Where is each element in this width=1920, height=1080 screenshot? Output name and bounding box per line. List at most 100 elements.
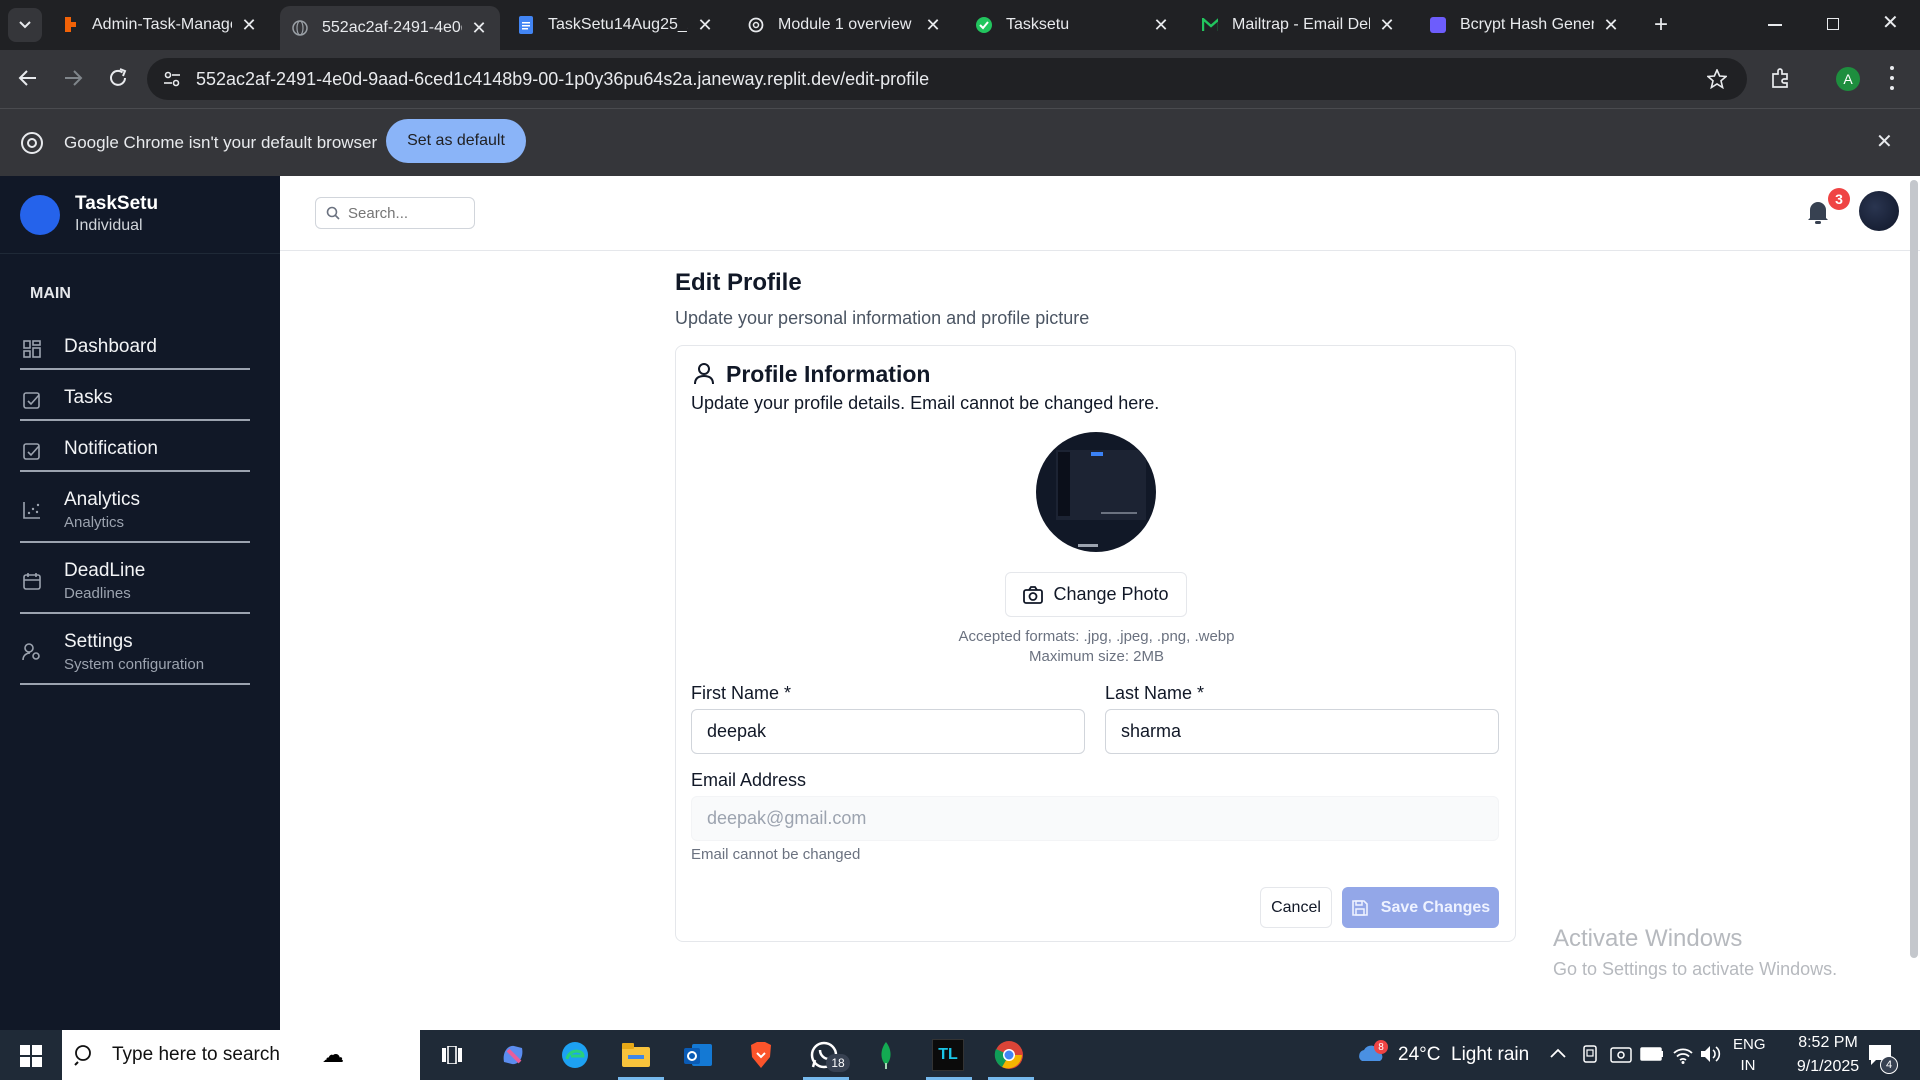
- site-settings-icon[interactable]: [163, 71, 181, 87]
- sidebar-item-deadline[interactable]: DeadLine Deadlines: [20, 560, 250, 614]
- edge-browser-icon[interactable]: [557, 1037, 593, 1073]
- close-window-icon[interactable]: ✕: [1882, 10, 1899, 35]
- mongodb-compass-icon[interactable]: [868, 1037, 904, 1073]
- close-tab-icon[interactable]: ✕: [240, 15, 258, 36]
- sidebar-item-dashboard[interactable]: Dashboard: [20, 336, 250, 370]
- google-docs-favicon-icon: [518, 16, 534, 34]
- close-tab-icon[interactable]: ✕: [696, 15, 714, 36]
- user-settings-icon: [20, 631, 44, 661]
- close-tab-icon[interactable]: ✕: [470, 18, 488, 39]
- file-explorer-icon[interactable]: [618, 1037, 654, 1073]
- search-box[interactable]: [315, 197, 475, 229]
- windows-start-icon[interactable]: [20, 1045, 42, 1067]
- tab-title: Module 1 overview: [778, 16, 912, 33]
- page-scrollbar[interactable]: [1910, 180, 1918, 958]
- wifi-icon[interactable]: [1672, 1044, 1694, 1064]
- search-input[interactable]: [348, 204, 468, 222]
- email-note: Email cannot be changed: [691, 846, 861, 863]
- sidebar-item-label: Settings: [64, 631, 133, 652]
- tasks-check-icon: [20, 387, 44, 409]
- reload-icon[interactable]: [107, 67, 129, 89]
- profile-photo: [1036, 432, 1156, 552]
- sidebar-item-label: Tasks: [64, 387, 113, 408]
- first-name-input[interactable]: [691, 709, 1085, 754]
- close-tab-icon[interactable]: ✕: [1378, 15, 1396, 36]
- tab-search-button[interactable]: [8, 8, 42, 42]
- browser-tab[interactable]: Admin-Task-Manage ✕: [50, 8, 270, 42]
- tab-title: Mailtrap - Email Deli: [1232, 16, 1370, 33]
- cancel-button[interactable]: Cancel: [1260, 887, 1332, 928]
- volume-icon[interactable]: [1700, 1045, 1722, 1063]
- copilot-icon[interactable]: [495, 1037, 531, 1073]
- back-arrow-icon[interactable]: [18, 68, 38, 88]
- region-code: IN: [1740, 1057, 1756, 1074]
- new-tab-button[interactable]: +: [1648, 12, 1674, 38]
- battery-icon[interactable]: [1640, 1047, 1664, 1061]
- last-name-input[interactable]: [1105, 709, 1499, 754]
- url-text[interactable]: 552ac2af-2491-4e0d-9aad-6ced1c4148b9-00-…: [196, 69, 929, 90]
- openai-favicon-icon: [748, 17, 764, 33]
- forward-arrow-icon[interactable]: [63, 68, 83, 88]
- weather-text: 24°C Light rain: [1398, 1044, 1530, 1065]
- sidebar-item-label: Analytics: [64, 489, 141, 510]
- taskbar-search-box[interactable]: Type here to search ☁: [62, 1030, 420, 1080]
- sidebar: TaskSetu Individual MAIN Dashboard Tasks…: [0, 176, 280, 1030]
- sidebar-item-sublabel: Deadlines: [64, 585, 131, 602]
- brave-browser-icon[interactable]: [743, 1037, 779, 1073]
- browser-tab[interactable]: Module 1 overview ✕: [736, 8, 954, 42]
- notification-count-badge: 3: [1828, 188, 1850, 210]
- brand-logo: [20, 195, 60, 235]
- save-disk-icon: [1351, 899, 1368, 916]
- extensions-puzzle-icon[interactable]: [1770, 67, 1792, 89]
- sidebar-item-analytics[interactable]: Analytics Analytics: [20, 489, 250, 543]
- tray-camera-icon[interactable]: [1610, 1044, 1632, 1064]
- browser-tab[interactable]: TaskSetu14Aug25_10 ✕: [506, 8, 726, 42]
- sidebar-item-sublabel: Analytics: [64, 514, 125, 531]
- tray-device-icon[interactable]: [1582, 1044, 1598, 1064]
- sidebar-item-notification[interactable]: Notification: [20, 438, 250, 472]
- restore-window-icon[interactable]: [1827, 18, 1839, 30]
- tl-app-icon[interactable]: TL: [930, 1037, 966, 1073]
- activate-windows-title: Activate Windows: [1553, 925, 1743, 952]
- mailtrap-favicon-icon: [1202, 17, 1218, 33]
- browser-tab[interactable]: Tasksetu ✕: [964, 8, 1182, 42]
- task-view-icon[interactable]: [434, 1037, 470, 1073]
- sidebar-item-tasks[interactable]: Tasks: [20, 387, 250, 421]
- max-size-text: Maximum size: 2MB: [1028, 648, 1165, 665]
- user-avatar[interactable]: [1859, 191, 1899, 231]
- profile-initial: A: [1843, 71, 1853, 87]
- whatsapp-count: 18: [831, 1056, 845, 1070]
- sidebar-item-sublabel: System configuration: [64, 656, 205, 673]
- language-indicator[interactable]: ENG IN: [1733, 1036, 1766, 1074]
- close-tab-icon[interactable]: ✕: [924, 15, 942, 36]
- user-icon: [694, 363, 714, 385]
- show-hidden-icons-chevron-icon[interactable]: [1550, 1048, 1566, 1058]
- search-highlight-icon: ☁: [321, 1042, 344, 1067]
- close-infobar-icon[interactable]: ✕: [1876, 129, 1893, 154]
- browser-menu-icon[interactable]: [1890, 66, 1894, 90]
- browser-tab[interactable]: Mailtrap - Email Deli ✕: [1190, 8, 1408, 42]
- sidebar-item-settings[interactable]: Settings System configuration: [20, 631, 250, 685]
- dashboard-icon: [20, 336, 44, 358]
- chrome-taskbar-icon[interactable]: [991, 1037, 1027, 1073]
- bookmark-star-icon[interactable]: [1707, 69, 1727, 89]
- change-photo-button[interactable]: Change Photo: [1005, 572, 1187, 617]
- action-center-count: 4: [1885, 1059, 1893, 1071]
- browser-tab-active[interactable]: 552ac2af-2491-4e0d ✕: [280, 6, 500, 50]
- close-tab-icon[interactable]: ✕: [1152, 15, 1170, 36]
- cancel-label: Cancel: [1271, 898, 1321, 916]
- taskbar-search-placeholder: Type here to search: [112, 1044, 280, 1065]
- save-changes-button[interactable]: Save Changes: [1342, 887, 1499, 928]
- card-title: Profile Information: [726, 361, 931, 387]
- browser-tab[interactable]: Bcrypt Hash Generato ✕: [1418, 8, 1632, 42]
- close-tab-icon[interactable]: ✕: [1602, 15, 1620, 36]
- language-code: ENG: [1733, 1036, 1766, 1053]
- outlook-icon[interactable]: [680, 1037, 716, 1073]
- browser-tab-strip: Admin-Task-Manage ✕ 552ac2af-2491-4e0d ✕…: [0, 0, 1920, 50]
- minimize-window-icon[interactable]: [1768, 24, 1782, 26]
- tab-title: Bcrypt Hash Generato: [1460, 16, 1594, 33]
- last-name-label: Last Name *: [1105, 683, 1205, 703]
- profile-avatar[interactable]: A: [1836, 67, 1860, 91]
- weather-badge: 8: [1374, 1040, 1388, 1054]
- set-as-default-button[interactable]: Set as default: [386, 119, 526, 163]
